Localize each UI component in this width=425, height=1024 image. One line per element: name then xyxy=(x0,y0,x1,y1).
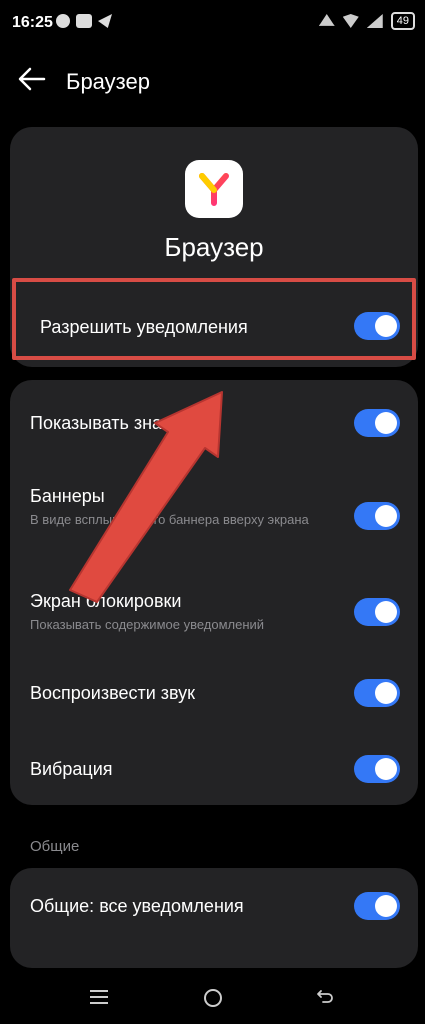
menu-icon[interactable] xyxy=(90,990,108,1004)
back-arrow-icon[interactable] xyxy=(16,65,48,93)
status-bar: 16:25 49 xyxy=(0,0,425,44)
notification-settings-card: Показывать зна Баннеры В виде всплывающе… xyxy=(10,380,418,805)
app-name: Браузер xyxy=(164,232,264,262)
general-all-label: Общие: все уведомления xyxy=(30,896,244,916)
section-general-label: Общие xyxy=(30,838,80,855)
general-all-toggle[interactable] xyxy=(354,892,400,920)
banners-description: В виде всплывающего баннера вверху экран… xyxy=(30,512,309,527)
banners-label: Баннеры xyxy=(30,486,105,506)
system-icons: 49 xyxy=(318,12,415,30)
back-icon[interactable] xyxy=(316,988,334,1004)
yandex-browser-icon xyxy=(185,160,243,218)
general-card: Общие: все уведомления xyxy=(10,868,418,968)
toggle-knob xyxy=(375,505,397,527)
header: Браузер xyxy=(0,55,425,105)
vibration-label: Вибрация xyxy=(30,759,113,779)
page-title: Браузер xyxy=(66,69,150,94)
vibration-toggle[interactable] xyxy=(354,755,400,783)
play-sound-label: Воспроизвести звук xyxy=(30,683,196,703)
mute-bell-icon xyxy=(318,14,335,26)
telegram-icon xyxy=(98,14,112,28)
notification-icons xyxy=(56,14,112,28)
toggle-knob xyxy=(375,758,397,780)
status-time: 16:25 xyxy=(12,14,53,31)
toggle-knob xyxy=(375,682,397,704)
general-all-row[interactable]: Общие: все уведомления xyxy=(30,896,400,917)
youtube-icon xyxy=(76,14,92,28)
navigation-bar xyxy=(0,970,425,1024)
show-notifications-toggle[interactable] xyxy=(354,409,400,437)
home-icon[interactable] xyxy=(204,989,222,1007)
signal-icon xyxy=(366,14,383,28)
banners-row[interactable]: Баннеры В виде всплывающего баннера ввер… xyxy=(30,486,400,528)
toggle-knob xyxy=(375,601,397,623)
toggle-knob xyxy=(375,412,397,434)
banners-toggle[interactable] xyxy=(354,502,400,530)
toggle-knob xyxy=(375,895,397,917)
play-sound-row[interactable]: Воспроизвести звук xyxy=(30,683,400,704)
battery-icon: 49 xyxy=(390,12,415,30)
pinterest-icon xyxy=(56,14,70,28)
highlight-frame xyxy=(12,278,416,360)
lock-screen-description: Показывать содержимое уведомлений xyxy=(30,617,265,632)
lock-screen-label: Экран блокировки xyxy=(30,591,182,611)
lock-screen-toggle[interactable] xyxy=(354,598,400,626)
show-notifications-label: Показывать зна xyxy=(30,413,163,433)
wifi-icon xyxy=(342,14,359,28)
play-sound-toggle[interactable] xyxy=(354,679,400,707)
vibration-row[interactable]: Вибрация xyxy=(30,759,400,780)
lock-screen-row[interactable]: Экран блокировки Показывать содержимое у… xyxy=(30,591,400,633)
show-notifications-row[interactable]: Показывать зна xyxy=(30,413,400,434)
